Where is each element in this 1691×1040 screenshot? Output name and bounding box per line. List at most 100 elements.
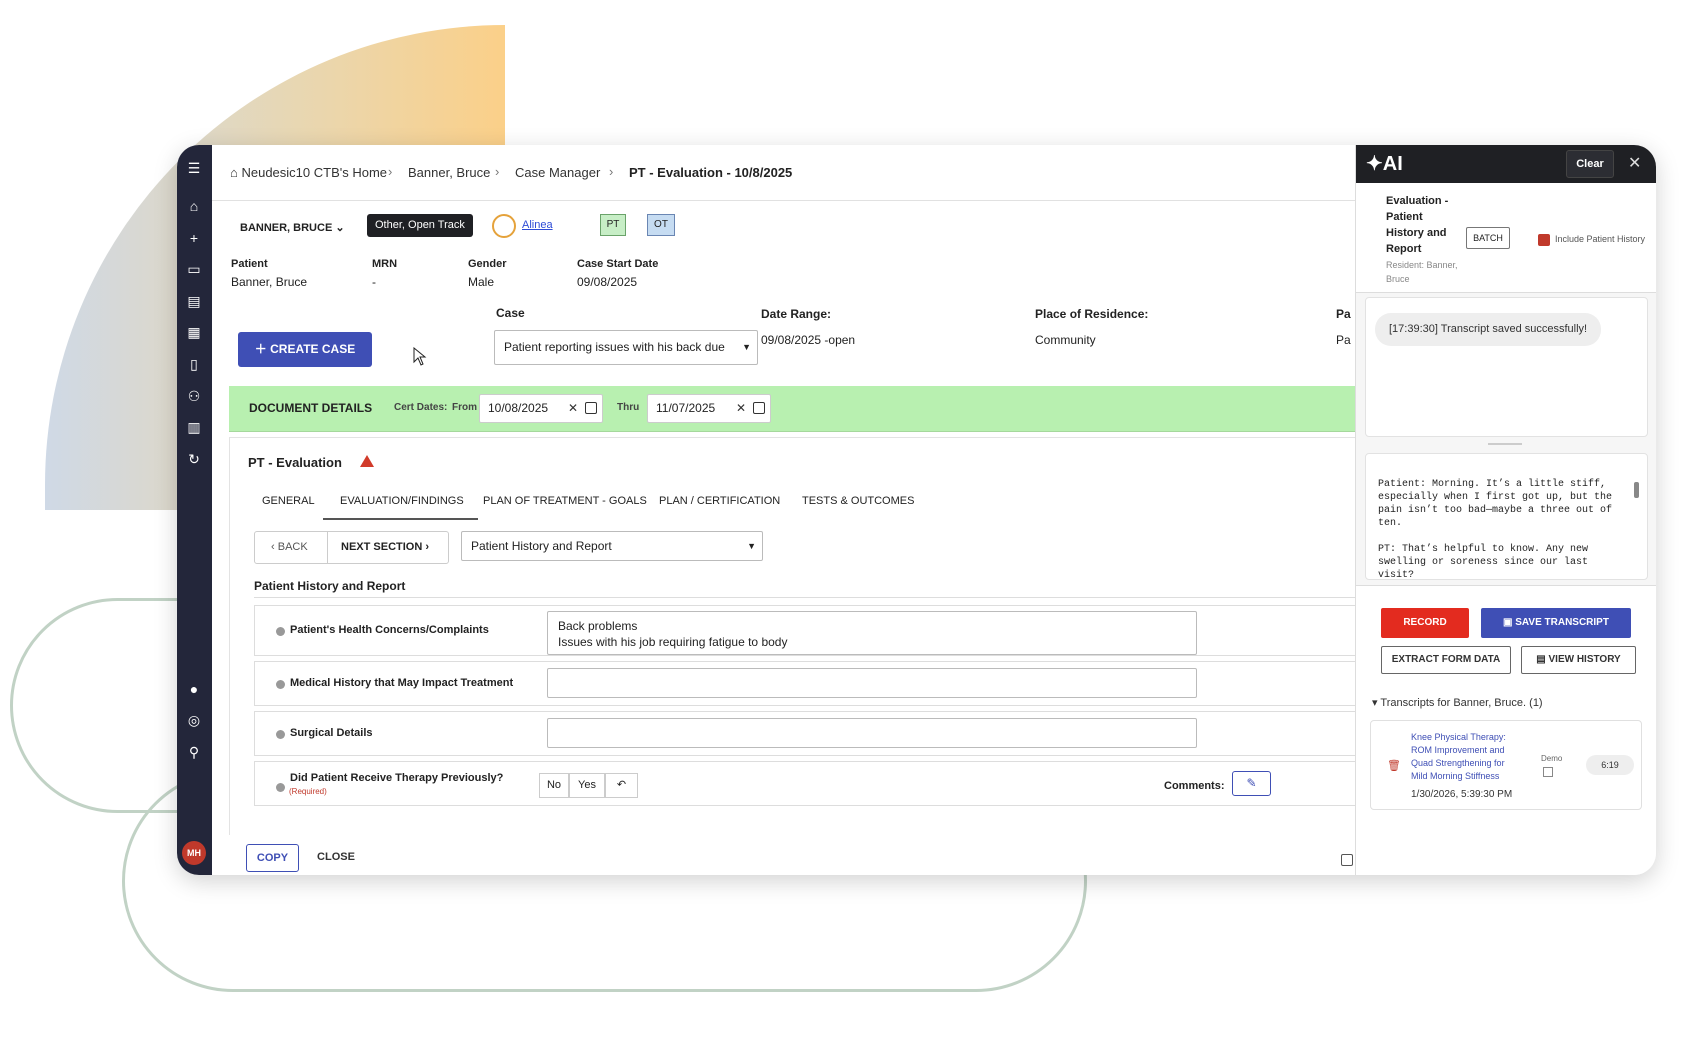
section-nav: ‹ BACK NEXT SECTION ›	[254, 531, 449, 564]
field-value: 09/08/2025	[577, 275, 638, 289]
main-content: ⌂ Neudesic10 CTB's Home › Banner, Bruce …	[212, 145, 1355, 875]
alinea-link[interactable]: Alinea	[522, 219, 553, 231]
section-title: Patient History and Report	[254, 579, 406, 593]
tag-pt[interactable]: PT	[600, 214, 626, 236]
back-button[interactable]: ‹ BACK	[271, 541, 308, 553]
tab-tests-outcomes[interactable]: TESTS & OUTCOMES	[802, 495, 914, 507]
scrollbar[interactable]	[1634, 482, 1639, 498]
batch-button[interactable]: BATCH	[1466, 227, 1510, 249]
date-range-value: 09/08/2025 -open	[761, 333, 856, 347]
residence-label: Place of Residence:	[1035, 307, 1149, 321]
lightbulb-icon[interactable]: ●	[185, 680, 203, 698]
view-history-button[interactable]: ▤ VIEW HISTORY	[1521, 646, 1636, 674]
message-card: [17:39:30] Transcript saved successfully…	[1365, 297, 1648, 437]
date-range-label: Date Range:	[761, 307, 832, 321]
next-section-button[interactable]: NEXT SECTION ›	[341, 541, 429, 553]
status-message: [17:39:30] Transcript saved successfully…	[1375, 313, 1602, 346]
field-label: Gender	[468, 258, 507, 270]
close-button[interactable]: CLOSE	[309, 844, 363, 872]
history-icon[interactable]: ↻	[185, 450, 203, 468]
field-label: MRN	[372, 258, 398, 270]
question-row: Medical History that May Impact Treatmen…	[254, 661, 1355, 706]
clear-button[interactable]: Clear	[1566, 150, 1614, 178]
avatar[interactable]: MH	[182, 841, 206, 865]
save-transcript-button[interactable]: ▣ SAVE TRANSCRIPT	[1481, 608, 1631, 638]
cert-thru-date[interactable]: 11/07/2025 ✕	[647, 394, 771, 423]
home-icon[interactable]: ⌂	[185, 197, 203, 215]
ai-logo: ✦AI	[1366, 153, 1403, 175]
transcripts-header[interactable]: ▾ Transcripts for Banner, Bruce. (1)	[1372, 696, 1543, 709]
trash-icon[interactable]: 🗑	[1387, 759, 1401, 772]
document-details-title: DOCUMENT DETAILS	[249, 401, 373, 415]
duration-badge: 6:19	[1586, 755, 1634, 775]
plus-icon[interactable]: +	[185, 229, 203, 247]
extract-form-data-button[interactable]: EXTRACT FORM DATA	[1381, 646, 1511, 674]
alinea-icon[interactable]: ◎	[185, 711, 203, 729]
transcript-title[interactable]: Knee Physical Therapy: ROM Improvement a…	[1411, 731, 1511, 783]
residence-value: Community	[1035, 333, 1096, 347]
document-details-bar: DOCUMENT DETAILS Cert Dates: From 10/08/…	[229, 386, 1355, 432]
track-tag: Other, Open Track	[367, 214, 473, 237]
tab-evaluation-findings[interactable]: EVALUATION/FINDINGS	[340, 495, 464, 507]
close-icon[interactable]: ✕	[1628, 153, 1641, 173]
document-title: PT - Evaluation	[248, 455, 342, 470]
cert-from-date[interactable]: 10/08/2025 ✕	[479, 394, 603, 423]
demo-checkbox[interactable]	[1543, 767, 1553, 777]
question-label: Medical History that May Impact Treatmen…	[290, 677, 514, 689]
clear-icon[interactable]: ✕	[568, 395, 578, 422]
context-title: Evaluation - Patient History and Report	[1386, 195, 1449, 255]
field-value: Banner, Bruce	[231, 275, 308, 289]
breadcrumb-patient[interactable]: Banner, Bruce	[408, 165, 490, 180]
yes-button[interactable]: Yes	[569, 773, 605, 798]
record-button[interactable]: RECORD	[1381, 608, 1469, 638]
edit-comments-button[interactable]: ✎	[1232, 771, 1271, 796]
ai-header: ✦AI Clear ✕	[1356, 145, 1656, 183]
chevron-down-icon: ▼	[742, 342, 751, 352]
breadcrumb-home[interactable]: ⌂ Neudesic10 CTB's Home	[230, 165, 387, 180]
breadcrumb-case-manager[interactable]: Case Manager	[515, 165, 600, 180]
ai-actions: RECORD ▣ SAVE TRANSCRIPT EXTRACT FORM DA…	[1356, 585, 1656, 875]
clipboard-icon[interactable]: ▯	[185, 355, 203, 373]
menu-icon[interactable]: ☰	[185, 159, 203, 177]
no-button[interactable]: No	[539, 773, 569, 798]
transcript-box[interactable]: Patient: Morning. It’s a little stiff, e…	[1365, 453, 1648, 580]
users-icon[interactable]: ⚇	[185, 387, 203, 405]
case-label: Case	[496, 306, 525, 320]
resize-handle[interactable]	[1488, 443, 1522, 445]
surgical-details-textarea[interactable]	[547, 718, 1197, 748]
clear-icon[interactable]: ✕	[736, 395, 746, 422]
location-icon[interactable]: ⚲	[185, 743, 203, 761]
tab-general[interactable]: GENERAL	[262, 495, 315, 507]
create-case-button[interactable]: ＋ CREATE CASE	[238, 332, 372, 367]
required-note: (Required)	[289, 787, 327, 796]
alinea-logo-icon	[492, 214, 516, 238]
transcript-date: 1/30/2026, 5:39:30 PM	[1411, 789, 1513, 800]
calendar-icon[interactable]	[585, 402, 597, 414]
chart-icon[interactable]: ▥	[185, 418, 203, 436]
patient-selector[interactable]: BANNER, BRUCE ⌄	[240, 221, 345, 234]
warning-icon	[360, 455, 374, 467]
tab-plan-certification[interactable]: PLAN / CERTIFICATION	[659, 495, 780, 507]
transcript-text: Patient: Morning. It’s a little stiff, e…	[1378, 479, 1613, 580]
case-select[interactable]: Patient reporting issues with his back d…	[494, 330, 758, 365]
document-icon[interactable]: ▤	[185, 292, 203, 310]
app-window: ☰ ⌂ + ▭ ▤ ▦ ▯ ⚇ ▥ ↻ ● ◎ ⚲ MH ⌂ Neudesic1…	[177, 145, 1656, 875]
copy-button[interactable]: COPY	[246, 844, 299, 872]
medical-history-textarea[interactable]	[547, 668, 1197, 698]
transcript-item[interactable]: 🗑 Knee Physical Therapy: ROM Improvement…	[1370, 720, 1642, 810]
status-dot	[276, 783, 285, 792]
document-footer: COPY CLOSE	[229, 835, 1355, 875]
tab-plan-of-treatment-goals[interactable]: PLAN OF TREATMENT - GOALS	[483, 495, 647, 507]
health-concerns-textarea[interactable]: Back problems Issues with his job requir…	[547, 611, 1197, 655]
include-history-label: Include Patient History	[1555, 234, 1646, 244]
chat-icon[interactable]: ▭	[185, 260, 203, 278]
calendar-icon[interactable]: ▦	[185, 323, 203, 341]
nav-rail: ☰ ⌂ + ▭ ▤ ▦ ▯ ⚇ ▥ ↻ ● ◎ ⚲ MH	[177, 145, 212, 875]
field-value: Male	[468, 275, 495, 289]
section-select[interactable]: Patient History and Report ▼	[461, 531, 763, 561]
include-history-checkbox[interactable]	[1538, 234, 1550, 246]
calendar-icon[interactable]	[753, 402, 765, 414]
tag-ot[interactable]: OT	[647, 214, 675, 236]
footer-checkbox[interactable]	[1341, 854, 1353, 866]
undo-icon[interactable]: ↶	[605, 773, 638, 798]
